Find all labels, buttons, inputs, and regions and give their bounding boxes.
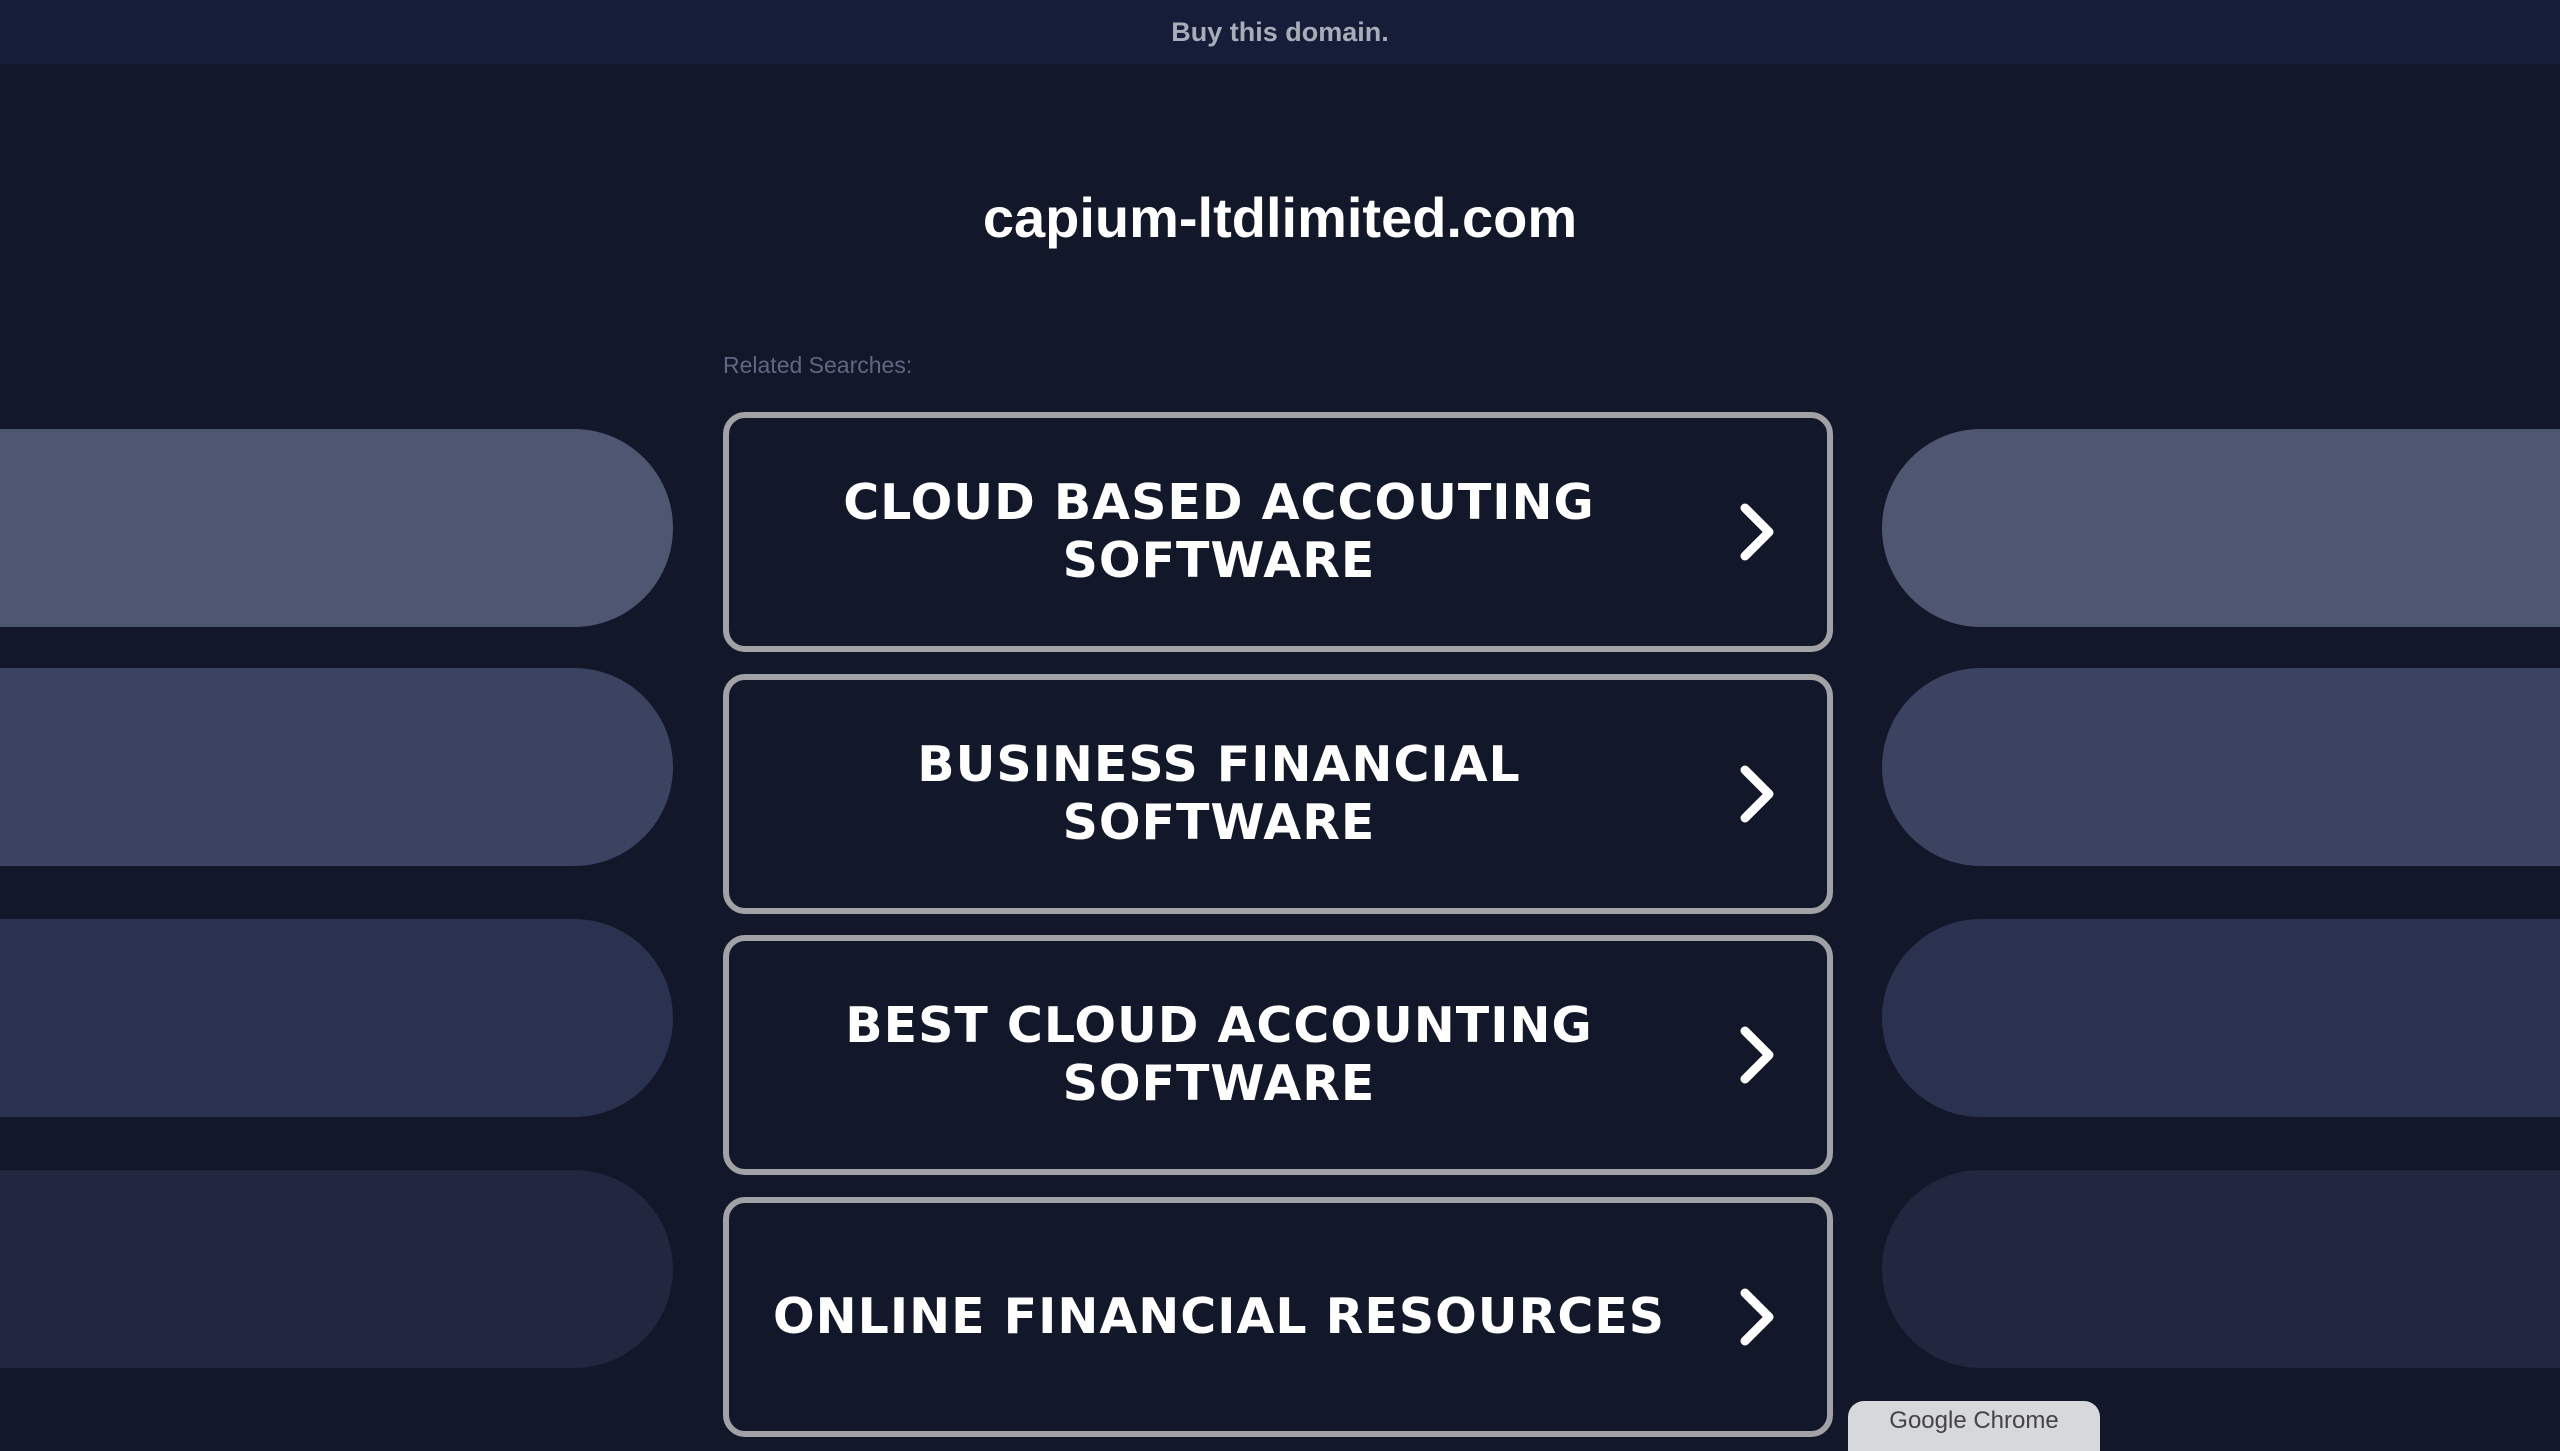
related-search-button-1[interactable]: CLOUD BASED ACCOUTING SOFTWARE (723, 412, 1833, 652)
related-search-label: BUSINESS FINANCIAL SOFTWARE (917, 736, 1521, 851)
decorative-pill-left-1 (0, 429, 673, 627)
related-search-label: CLOUD BASED ACCOUTING SOFTWARE (843, 474, 1595, 589)
decorative-pill-right-3 (1882, 919, 2560, 1117)
domain-title: capium-ltdlimited.com (982, 186, 1578, 249)
related-search-label: BEST CLOUD ACCOUNTING SOFTWARE (845, 997, 1593, 1112)
decorative-pill-left-4 (0, 1170, 673, 1368)
buy-domain-link[interactable]: Buy this domain. (1171, 0, 1389, 64)
decorative-pill-left-2 (0, 668, 673, 866)
chevron-right-icon (1740, 1026, 1774, 1084)
related-searches-label: Related Searches: (723, 352, 913, 378)
related-search-label: ONLINE FINANCIAL RESOURCES (772, 1288, 1666, 1345)
related-search-button-2[interactable]: BUSINESS FINANCIAL SOFTWARE (723, 674, 1833, 914)
decorative-pill-left-3 (0, 919, 673, 1117)
related-search-button-3[interactable]: BEST CLOUD ACCOUNTING SOFTWARE (723, 935, 1833, 1175)
chevron-right-icon (1740, 1288, 1774, 1346)
top-banner: Buy this domain. (0, 0, 2560, 64)
decorative-pill-right-1 (1882, 429, 2560, 627)
chevron-right-icon (1740, 503, 1774, 561)
related-search-button-4[interactable]: ONLINE FINANCIAL RESOURCES (723, 1197, 1833, 1437)
decorative-pill-right-4 (1882, 1170, 2560, 1368)
decorative-pill-right-2 (1882, 668, 2560, 866)
chevron-right-icon (1740, 765, 1774, 823)
browser-tab-popup[interactable]: Google Chrome (1848, 1401, 2100, 1451)
